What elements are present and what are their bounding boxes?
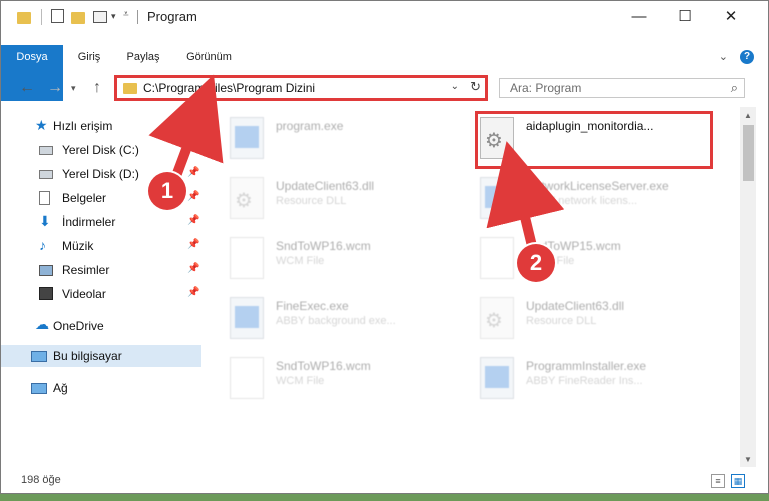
arrow-2 <box>486 141 565 251</box>
step-badge-2: 2 <box>517 244 555 282</box>
annotation-arrows <box>148 74 565 251</box>
step-badge-1: 1 <box>148 172 186 210</box>
arrow-1 <box>148 74 224 181</box>
